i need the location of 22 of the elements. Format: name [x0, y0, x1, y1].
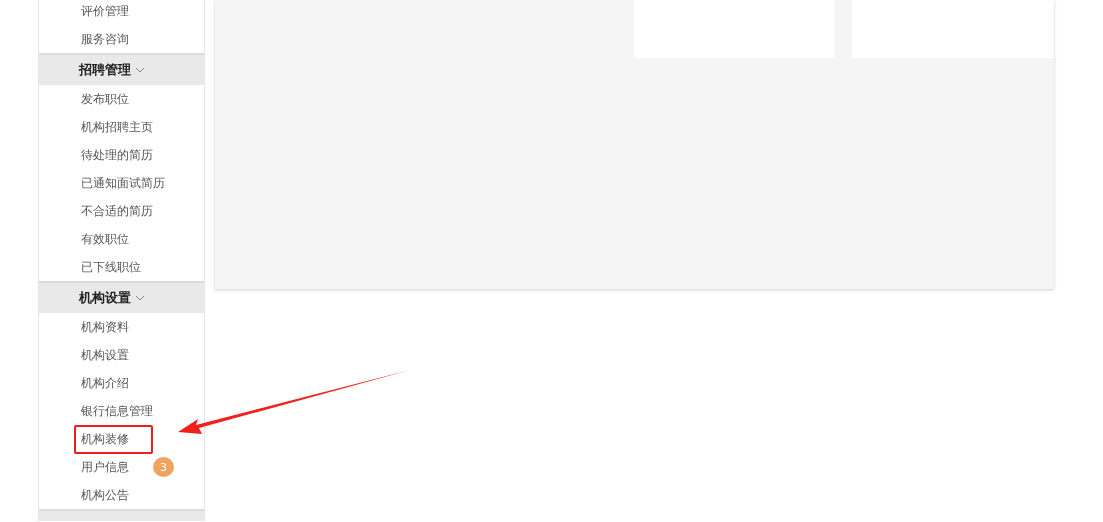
sidebar-item[interactable]: 评价管理: [74, 0, 136, 26]
chevron-icon: [135, 295, 145, 301]
count-badge: 3: [153, 457, 174, 477]
sidebar-item[interactable]: 银行信息管理: [74, 396, 160, 426]
sidebar-item[interactable]: 机构介绍: [74, 368, 136, 398]
sidebar-item[interactable]: 服务咨询: [74, 24, 136, 54]
sidebar-group-header[interactable]: 招聘管理: [39, 53, 204, 85]
sidebar-item[interactable]: 机构装修: [74, 424, 153, 454]
sidebar-group-header[interactable]: [39, 509, 204, 521]
sidebar-item[interactable]: 不合适的简历: [74, 196, 160, 226]
sidebar-item[interactable]: 已下线职位: [74, 252, 148, 282]
sidebar-item[interactable]: 机构资料: [74, 312, 136, 342]
sidebar-item[interactable]: 有效职位: [74, 224, 136, 254]
sidebar-item[interactable]: 待处理的简历: [74, 140, 160, 170]
sidebar-item[interactable]: 机构招聘主页: [74, 112, 160, 142]
chevron-icon: [135, 67, 145, 73]
sidebar-item[interactable]: 机构设置: [74, 340, 136, 370]
sidebar-item[interactable]: 机构公告: [74, 480, 136, 510]
sidebar-item[interactable]: 发布职位: [74, 84, 136, 114]
sidebar-group-header[interactable]: 机构设置: [39, 281, 204, 313]
sidebar-item[interactable]: 已通知面试简历: [74, 168, 172, 198]
sidebar-item[interactable]: 用户信息: [74, 452, 136, 482]
